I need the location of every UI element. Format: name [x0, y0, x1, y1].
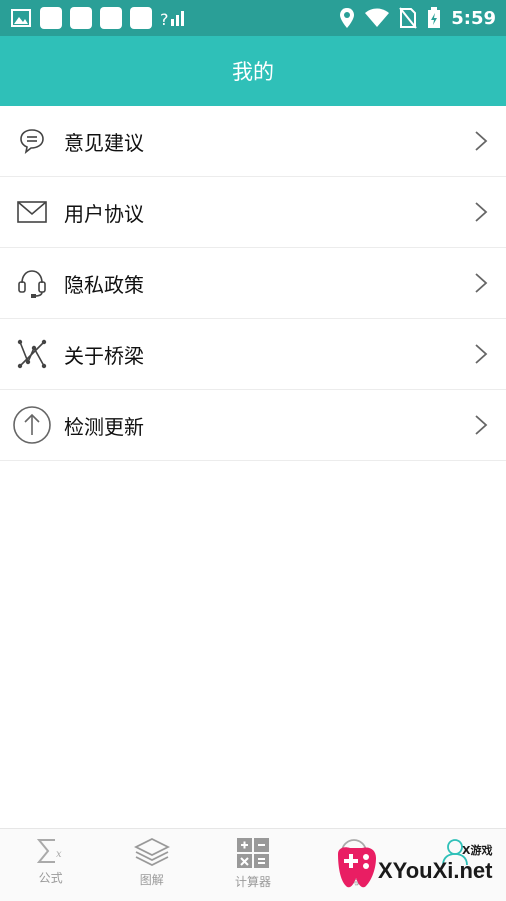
menu-item-label: 用户协议	[64, 201, 144, 226]
app-notification-icon	[100, 7, 122, 29]
menu-item-label: 关于桥梁	[64, 343, 144, 368]
menu-item-label: 检测更新	[64, 414, 144, 439]
sigma-icon: x	[36, 839, 62, 863]
watermark-small-text: X游戏	[462, 844, 493, 857]
tab-formulas[interactable]: x 公式	[0, 829, 101, 901]
app-notification-icon	[70, 7, 92, 29]
status-time: 5:59	[451, 7, 496, 29]
notification-icons: ?	[10, 7, 186, 29]
menu-item-feedback[interactable]: 意见建议	[0, 106, 506, 177]
tab-label: 计算器	[235, 875, 272, 889]
no-sim-icon	[399, 7, 417, 29]
chevron-right-icon	[475, 202, 488, 222]
site-watermark: X游戏 XYouXi.net	[330, 836, 500, 896]
menu-item-label: 意见建议	[64, 130, 144, 155]
svg-text:x: x	[56, 849, 62, 860]
chevron-right-icon	[475, 131, 488, 151]
watermark-text: XYouXi.net	[378, 858, 493, 883]
tab-label: 公式	[38, 871, 63, 885]
feedback-chat-icon	[12, 121, 52, 161]
settings-menu: 意见建议 用户协议 隐私政策 关于桥梁 检测更新	[0, 106, 506, 461]
menu-item-privacy-policy[interactable]: 隐私政策	[0, 248, 506, 319]
image-notification-icon	[11, 9, 31, 27]
menu-item-check-update[interactable]: 检测更新	[0, 390, 506, 461]
battery-charging-icon	[428, 7, 441, 28]
network-nodes-icon	[12, 334, 52, 374]
location-icon	[340, 8, 355, 28]
headset-icon	[12, 263, 52, 303]
page-title: 我的	[232, 60, 274, 84]
gamepad-logo-icon	[338, 847, 376, 888]
tab-label: 图解	[139, 873, 164, 887]
calculator-icon	[237, 838, 269, 868]
layers-icon	[133, 837, 170, 867]
svg-text:?: ?	[160, 10, 169, 29]
menu-item-user-agreement[interactable]: 用户协议	[0, 177, 506, 248]
menu-item-label: 隐私政策	[64, 272, 144, 297]
upload-arrow-icon	[12, 405, 52, 445]
tab-calculator[interactable]: 计算器	[202, 829, 303, 901]
tab-diagrams[interactable]: 图解	[101, 829, 202, 901]
app-notification-icon	[40, 7, 62, 29]
wifi-icon	[365, 8, 390, 27]
chevron-right-icon	[475, 273, 488, 293]
signal-unknown-icon: ?	[160, 10, 184, 29]
app-header: 我的	[0, 36, 506, 106]
envelope-icon	[12, 192, 52, 232]
menu-item-about[interactable]: 关于桥梁	[0, 319, 506, 390]
status-bar: ? 5:59	[0, 0, 506, 36]
app-notification-icon	[130, 7, 152, 29]
chevron-right-icon	[475, 344, 488, 364]
chevron-right-icon	[475, 415, 488, 435]
